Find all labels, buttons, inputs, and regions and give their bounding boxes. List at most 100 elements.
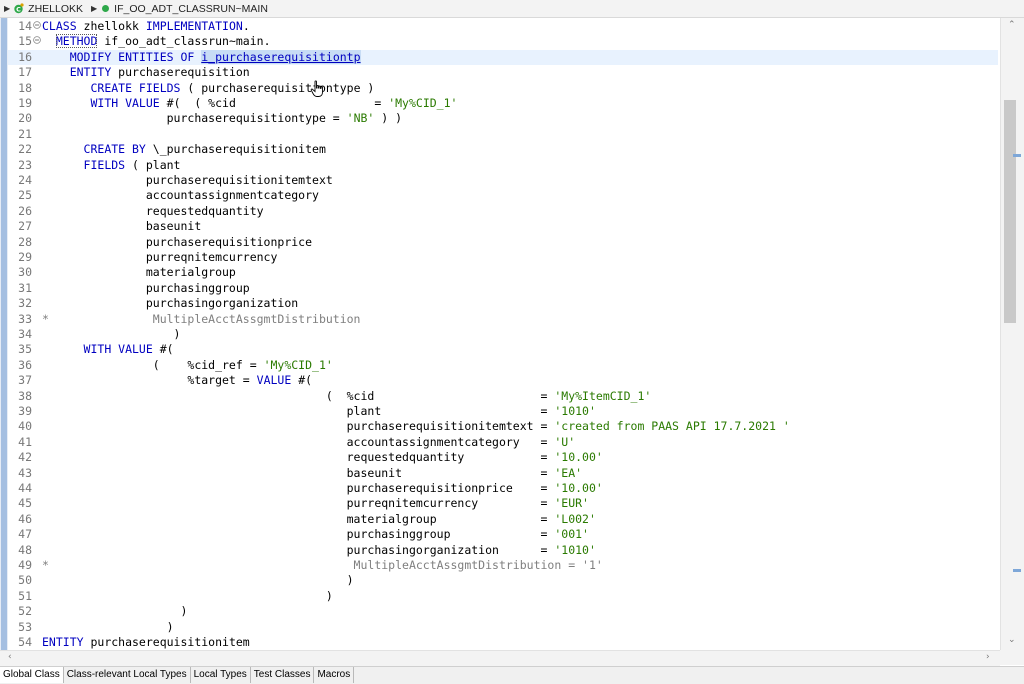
scroll-left-icon[interactable]: ‹ xyxy=(8,652,12,662)
code-line[interactable]: 40 purchaserequisitionitemtext = 'create… xyxy=(8,419,998,434)
code-line[interactable]: 43 baseunit = 'EA' xyxy=(8,466,998,481)
tab-local-types[interactable]: Local Types xyxy=(190,667,251,683)
code-line[interactable]: 47 purchasinggroup = '001' xyxy=(8,527,998,542)
fold-collapse-icon[interactable] xyxy=(33,36,41,45)
code-token: purchaserequisitionitem xyxy=(83,635,250,649)
code-line[interactable]: 16 MODIFY ENTITIES OF i_purchaserequisit… xyxy=(8,49,998,66)
code-line[interactable]: 50 ) xyxy=(8,573,998,588)
code-line[interactable]: 44 purchaserequisitionprice = '10.00' xyxy=(8,481,998,496)
code-line[interactable]: 26 requestedquantity xyxy=(8,204,998,219)
string-token: 'My%CID_1' xyxy=(263,357,333,372)
code-token: ( purchaserequisitiontype ) xyxy=(180,80,375,95)
code-line[interactable]: 19 WITH VALUE #( ( %cid = 'My%CID_1' xyxy=(8,96,998,111)
code-editor[interactable]: 14 CLASS zhellokk IMPLEMENTATION. 15 METHO… xyxy=(0,18,1024,650)
code-line[interactable]: 42 requestedquantity = '10.00' xyxy=(8,450,998,465)
comment-token: * MultipleAcctAssgmtDistribution = '1' xyxy=(42,558,603,572)
line-number: 51 xyxy=(18,588,32,603)
code-line[interactable]: 34 ) xyxy=(8,327,998,342)
line-number: 18 xyxy=(18,80,32,95)
code-line[interactable]: 29 purreqnitemcurrency xyxy=(8,250,998,265)
line-number: 30 xyxy=(18,265,32,280)
code-token: baseunit = xyxy=(42,465,555,480)
line-number: 40 xyxy=(18,419,32,434)
code-line[interactable]: 49 * MultipleAcctAssgmtDistribution = '1' xyxy=(8,558,998,573)
fold-collapse-icon[interactable] xyxy=(33,21,41,29)
scroll-up-icon[interactable]: ⌃ xyxy=(1008,20,1016,30)
line-number: 25 xyxy=(18,188,32,203)
breadcrumb-method[interactable]: ▶ IF_OO_ADT_CLASSRUN~MAIN xyxy=(87,3,268,15)
code-line[interactable]: 46 materialgroup = 'L002' xyxy=(8,512,998,527)
code-line[interactable]: 28 purchaserequisitionprice xyxy=(8,235,998,250)
line-number: 47 xyxy=(18,527,32,542)
code-token: purchaserequisitiontype = xyxy=(42,111,347,126)
overview-ruler-marker[interactable] xyxy=(1013,569,1021,572)
code-token: \_purchaserequisitionitem xyxy=(145,142,326,157)
code-token: purchasinggroup = xyxy=(42,527,555,542)
scroll-right-icon[interactable]: › xyxy=(986,652,990,662)
code-token: ) xyxy=(42,588,333,603)
code-text: ( %cid = 'My%ItemCID_1' xyxy=(42,389,651,404)
code-line[interactable]: 41 accountassignmentcategory = 'U' xyxy=(8,435,998,450)
code-text: plant = '1010' xyxy=(42,404,596,419)
line-number: 20 xyxy=(18,111,32,126)
code-line[interactable]: 24 purchaserequisitionitemtext xyxy=(8,173,998,188)
code-line[interactable]: 20 purchaserequisitiontype = 'NB' ) ) xyxy=(8,111,998,126)
code-line[interactable]: 36 ( %cid_ref = 'My%CID_1' xyxy=(8,358,998,373)
breadcrumb-class[interactable]: ▶ C ZHELLOKK xyxy=(4,3,83,15)
code-token: purchaserequisitionitemtext xyxy=(42,173,333,187)
code-line[interactable]: 30 materialgroup xyxy=(8,265,998,280)
line-number: 15 xyxy=(18,34,32,49)
line-number: 27 xyxy=(18,219,32,234)
code-line[interactable]: 48 purchasingorganization = '1010' xyxy=(8,543,998,558)
code-line[interactable]: 54 ENTITY purchaserequisitionitem xyxy=(8,635,998,650)
code-text: purchaserequisitionprice xyxy=(42,235,312,250)
tab-macros[interactable]: Macros xyxy=(314,667,355,683)
code-line[interactable]: 39 plant = '1010' xyxy=(8,404,998,419)
code-token: ( %cid = xyxy=(42,388,555,403)
code-line[interactable]: 37 %target = VALUE #( xyxy=(8,373,998,388)
code-line[interactable]: 14 CLASS zhellokk IMPLEMENTATION. xyxy=(8,19,998,34)
code-line[interactable]: 52 ) xyxy=(8,604,998,619)
string-token: 'My%ItemCID_1' xyxy=(554,388,652,403)
code-line[interactable]: 15 METHOD if_oo_adt_classrun~main. xyxy=(8,34,998,49)
code-line[interactable]: 35 WITH VALUE #( xyxy=(8,342,998,357)
code-text: purreqnitemcurrency xyxy=(42,250,278,265)
code-line[interactable]: 51 ) xyxy=(8,589,998,604)
scroll-down-icon[interactable]: ⌄ xyxy=(1008,635,1016,645)
line-number: 49 xyxy=(18,558,32,572)
code-text: ENTITY purchaserequisition xyxy=(42,65,250,80)
vertical-scroll-thumb[interactable] xyxy=(1004,100,1016,323)
breadcrumb-method-label: IF_OO_ADT_CLASSRUN~MAIN xyxy=(114,2,268,15)
vertical-scrollbar[interactable]: ⌃ ⌄ xyxy=(1000,18,1024,650)
code-line[interactable]: 33 * MultipleAcctAssgmtDistribution xyxy=(8,312,998,327)
tab-test-classes[interactable]: Test Classes xyxy=(250,667,315,683)
code-line[interactable]: 53 ) xyxy=(8,620,998,635)
code-line[interactable]: 23 FIELDS ( plant xyxy=(8,158,998,173)
code-line[interactable]: 32 purchasingorganization xyxy=(8,296,998,311)
line-number: 29 xyxy=(18,250,32,264)
code-line[interactable]: 21 xyxy=(8,127,998,142)
code-line[interactable]: 38 ( %cid = 'My%ItemCID_1' xyxy=(8,389,998,404)
string-token: '1010' xyxy=(554,542,596,557)
line-number: 52 xyxy=(18,604,32,619)
code-line[interactable]: 27 baseunit xyxy=(8,219,998,234)
code-line[interactable]: 18 CREATE FIELDS ( purchaserequisitionty… xyxy=(8,81,998,96)
tab-class-relevant-local-types[interactable]: Class-relevant Local Types xyxy=(63,667,191,683)
code-line[interactable]: 22 CREATE BY \_purchaserequisitionitem xyxy=(8,142,998,157)
tab-global-class[interactable]: Global Class xyxy=(0,667,64,683)
horizontal-scrollbar[interactable]: ‹ › xyxy=(0,650,1000,666)
code-line[interactable]: 25 accountassignmentcategory xyxy=(8,188,998,203)
code-text: purchaserequisitionitemtext = 'created f… xyxy=(42,419,790,434)
code-text: materialgroup xyxy=(42,265,236,280)
code-line[interactable]: 31 purchasinggroup xyxy=(8,281,998,296)
overview-ruler-marker[interactable] xyxy=(1013,154,1021,157)
code-text: requestedquantity = '10.00' xyxy=(42,450,603,465)
code-token: purreqnitemcurrency = xyxy=(42,496,555,511)
code-line[interactable]: 45 purreqnitemcurrency = 'EUR' xyxy=(8,496,998,511)
line-number: 34 xyxy=(18,327,32,341)
string-token: 'created from PAAS API 17.7.2021 ' xyxy=(554,419,790,434)
line-number: 41 xyxy=(18,434,32,449)
code-line[interactable]: 17 ENTITY purchaserequisition xyxy=(8,65,998,80)
